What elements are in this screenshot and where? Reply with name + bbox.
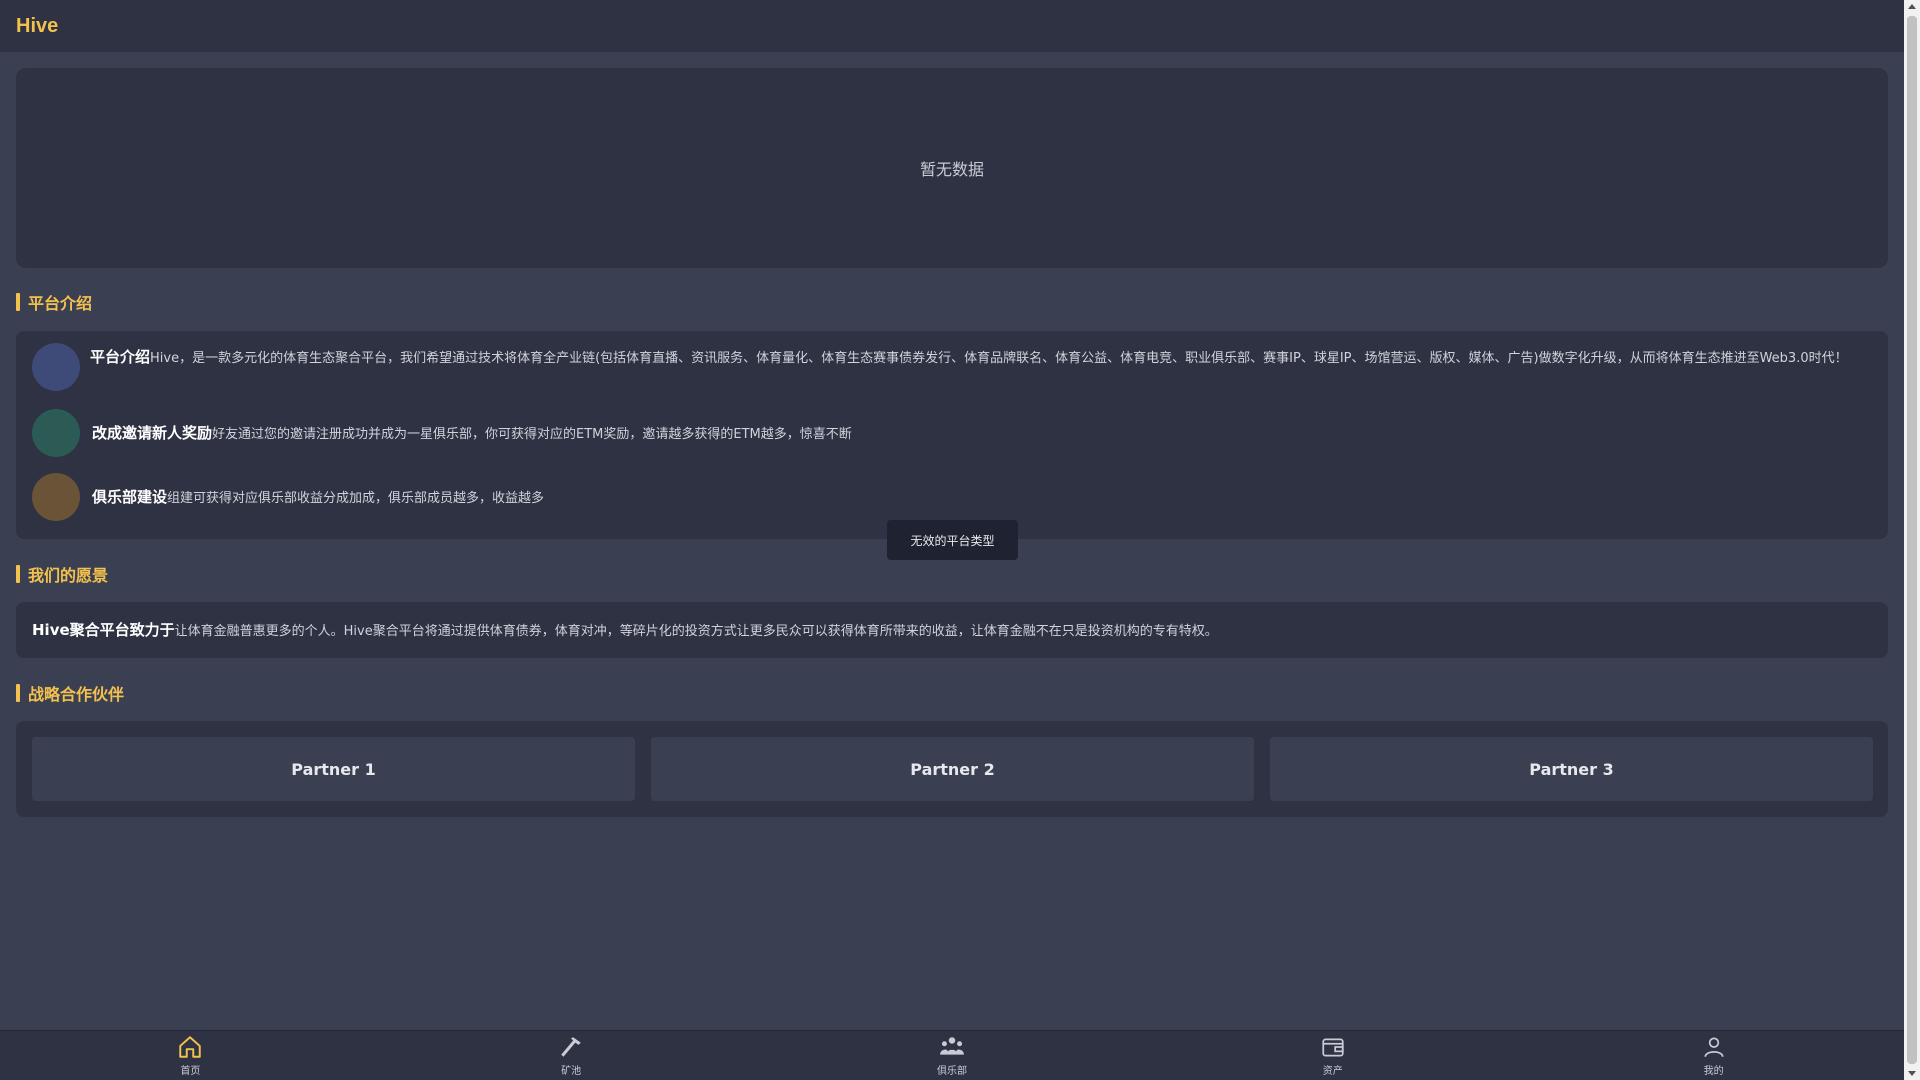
- tab-label: 矿池: [561, 1066, 582, 1077]
- scroll-up-icon[interactable]: [1908, 4, 1916, 9]
- intro-card: 平台介绍Hive，是一款多元化的体育生态聚合平台，我们希望通过技术将体育全产业链…: [16, 331, 1888, 539]
- intro-item: 平台介绍Hive，是一款多元化的体育生态聚合平台，我们希望通过技术将体育全产业链…: [32, 343, 1872, 391]
- app-viewport: Hive 暂无数据 平台介绍 平台介绍Hive，是一款多元化的体育生态聚合平台，…: [0, 0, 1904, 1080]
- vision-title: Hive聚合平台致力于: [32, 621, 175, 639]
- intro-item-title: 俱乐部建设: [92, 488, 168, 506]
- section-accent-bar: [16, 565, 20, 583]
- intro-item-title: 改成邀请新人奖励: [92, 424, 213, 442]
- section-title-intro: 平台介绍: [16, 292, 93, 313]
- vertical-scrollbar[interactable]: [1904, 0, 1920, 1080]
- wallet-icon: [1322, 1038, 1344, 1057]
- tab-pool[interactable]: 矿池: [381, 1031, 762, 1080]
- intro-item: 改成邀请新人奖励好友通过您的邀请注册成功并成为一星俱乐部，你可获得对应的ETM奖…: [32, 409, 1872, 457]
- tab-label: 资产: [1322, 1066, 1343, 1077]
- tab-assets[interactable]: 资产: [1142, 1031, 1523, 1080]
- partner-card[interactable]: Partner 2: [651, 737, 1254, 801]
- intro-item-text: 平台介绍Hive，是一款多元化的体育生态聚合平台，我们希望通过技术将体育全产业链…: [90, 345, 1848, 371]
- intro-avatar-icon: [32, 343, 80, 391]
- group-icon: [940, 1037, 964, 1055]
- intro-item-text: 俱乐部建设组建可获得对应俱乐部收益分成加成，俱乐部成员越多，收益越多: [92, 485, 544, 511]
- intro-item-body: Hive，是一款多元化的体育生态聚合平台，我们希望通过技术将体育全产业链(包括体…: [150, 351, 1848, 366]
- intro-item-text: 改成邀请新人奖励好友通过您的邀请注册成功并成为一星俱乐部，你可获得对应的ETM奖…: [92, 421, 852, 447]
- bottom-tab-bar: 首页 矿池 俱乐部 资产 我的: [0, 1030, 1904, 1080]
- home-icon: [179, 1036, 202, 1058]
- intro-item-body: 好友通过您的邀请注册成功并成为一星俱乐部，你可获得对应的ETM奖励，邀请越多获得…: [212, 427, 852, 442]
- tab-mine[interactable]: 我的: [1523, 1031, 1904, 1080]
- banner-empty-text: 暂无数据: [919, 160, 984, 179]
- intro-item: 俱乐部建设组建可获得对应俱乐部收益分成加成，俱乐部成员越多，收益越多: [32, 473, 1872, 521]
- user-icon: [1704, 1037, 1724, 1058]
- hammer-icon: [561, 1037, 581, 1057]
- top-bar: Hive: [0, 0, 1904, 52]
- vision-card: Hive聚合平台致力于让体育金融普惠更多的个人。Hive聚合平台将通过提供体育债…: [16, 602, 1888, 658]
- scroll-down-icon[interactable]: [1908, 1071, 1916, 1076]
- tab-label: 我的: [1703, 1066, 1724, 1077]
- partner-card[interactable]: Partner 1: [32, 737, 635, 801]
- vision-text: Hive聚合平台致力于让体育金融普惠更多的个人。Hive聚合平台将通过提供体育债…: [32, 616, 1218, 646]
- scrollbar-thumb[interactable]: [1907, 16, 1917, 1064]
- section-title-text: 平台介绍: [28, 294, 93, 313]
- toast-message: 无效的平台类型: [887, 520, 1018, 560]
- section-title-text: 战略合作伙伴: [28, 685, 125, 704]
- brand-title: Hive: [16, 14, 59, 37]
- section-title-partners: 战略合作伙伴: [16, 683, 125, 704]
- partners-card: Partner 1 Partner 2 Partner 3: [16, 721, 1888, 817]
- partner-card[interactable]: Partner 3: [1270, 737, 1873, 801]
- intro-item-title: 平台介绍: [90, 348, 151, 366]
- tab-home[interactable]: 首页: [0, 1031, 381, 1080]
- vision-body: 让体育金融普惠更多的个人。Hive聚合平台将通过提供体育债券，体育对冲，等碎片化…: [174, 624, 1218, 639]
- section-title-text: 我们的愿景: [28, 566, 109, 585]
- section-title-vision: 我们的愿景: [16, 564, 109, 585]
- tab-club[interactable]: 俱乐部: [762, 1031, 1143, 1080]
- banner-carousel[interactable]: 暂无数据: [16, 68, 1888, 268]
- intro-avatar-icon: [32, 409, 80, 457]
- tab-label: 首页: [180, 1066, 201, 1077]
- section-accent-bar: [16, 684, 20, 702]
- intro-item-body: 组建可获得对应俱乐部收益分成加成，俱乐部成员越多，收益越多: [167, 491, 545, 506]
- intro-avatar-icon: [32, 473, 80, 521]
- section-accent-bar: [16, 293, 20, 311]
- tab-label: 俱乐部: [936, 1066, 967, 1077]
